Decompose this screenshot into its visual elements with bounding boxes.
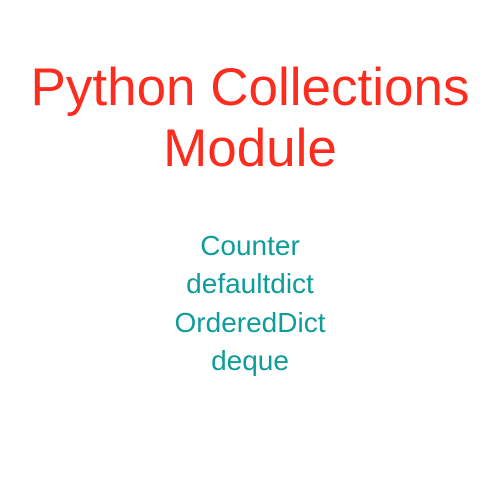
list-item: defaultdict <box>186 266 314 302</box>
list-item: Counter <box>200 228 300 264</box>
list-item: deque <box>211 343 289 379</box>
page-title: Python Collections Module <box>0 58 500 180</box>
items-list: Counter defaultdict OrderedDict deque <box>175 228 326 380</box>
list-item: OrderedDict <box>175 305 326 341</box>
